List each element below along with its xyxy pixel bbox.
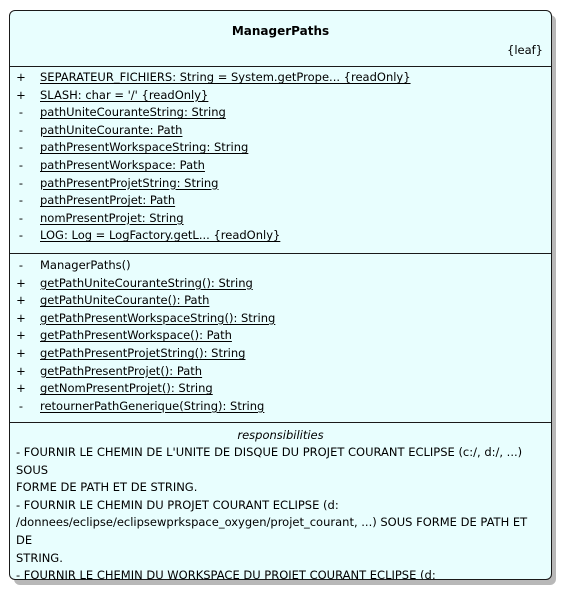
visibility-marker: -: [18, 175, 24, 190]
visibility-marker: +: [16, 345, 26, 360]
attribute-row[interactable]: - pathUniteCourante: Path: [10, 122, 551, 140]
attribute-row-text: pathPresentProjet: Path: [40, 193, 176, 208]
operation-row-text: getNomPresentProjet(): String: [40, 381, 213, 396]
visibility-marker: +: [16, 381, 26, 396]
operation-row-text: getPathPresentWorkspace(): Path: [40, 328, 232, 343]
responsibilities-compartment: responsibilities - FOURNIR LE CHEMIN DE …: [10, 422, 551, 580]
header-divider: [10, 66, 551, 67]
visibility-marker: -: [18, 398, 24, 413]
responsibilities-text: - FOURNIR LE CHEMIN DE L'UNITE DE DISQUE…: [16, 444, 546, 580]
operation-row[interactable]: + getPathPresentWorkspace(): Path: [10, 327, 551, 345]
operation-row-text: getPathUniteCourante(): Path: [40, 293, 210, 308]
attribute-row[interactable]: - pathPresentWorkspace: Path: [10, 157, 551, 175]
class-stereotype: {leaf}: [507, 43, 543, 57]
attribute-row-text: pathPresentWorkspace: Path: [40, 157, 205, 172]
attributes-compartment: + SEPARATEUR_FICHIERS: String = System.ge…: [10, 69, 551, 245]
attribute-row[interactable]: - pathPresentWorkspaceString: String: [10, 139, 551, 157]
class-header[interactable]: ManagerPaths {leaf}: [10, 11, 551, 66]
visibility-marker: +: [16, 275, 26, 290]
operation-row[interactable]: + getNomPresentProjet(): String: [10, 380, 551, 398]
operation-row[interactable]: - retournerPathGenerique(String): String: [10, 398, 551, 416]
class-name: ManagerPaths: [231, 24, 330, 38]
visibility-marker: -: [18, 122, 24, 137]
visibility-marker: +: [16, 87, 26, 102]
operation-row[interactable]: + getPathPresentProjet(): Path: [10, 363, 551, 381]
responsibility-line: - FOURNIR LE CHEMIN DE L'UNITE DE DISQUE…: [16, 445, 523, 477]
operation-row[interactable]: + getPathUniteCouranteString(): String: [10, 275, 551, 293]
attribute-row[interactable]: - pathUniteCouranteString: String: [10, 104, 551, 122]
visibility-marker: +: [16, 293, 26, 308]
visibility-marker: +: [16, 70, 26, 84]
operations-compartment: - ManagerPaths() + getPathUniteCouranteStri…: [10, 257, 551, 415]
attribute-row[interactable]: - nomPresentProjet: String: [10, 210, 551, 228]
visibility-marker: -: [18, 210, 24, 225]
attribute-row-text: LOG: Log = LogFactory.getL... {readOnly}: [40, 228, 281, 243]
operation-row-text: getPathPresentProjetString(): String: [40, 345, 246, 360]
attribute-row-text: pathPresentProjetString: String: [40, 175, 219, 190]
attribute-row[interactable]: - pathPresentProjet: Path: [10, 192, 551, 210]
visibility-marker: +: [16, 328, 26, 343]
attribute-row[interactable]: - pathPresentProjetString: String: [10, 175, 551, 193]
visibility-marker: +: [16, 310, 26, 325]
operation-row[interactable]: + getPathUniteCourante(): Path: [10, 292, 551, 310]
attribute-row[interactable]: + SLASH: char = '/' {readOnly}: [10, 87, 551, 105]
responsibilities-title: responsibilities: [237, 428, 324, 442]
responsibility-line: FORME DE PATH ET DE STRING.: [16, 480, 198, 495]
responsibility-line: - FOURNIR LE CHEMIN DU PROJET COURANT EC…: [16, 497, 339, 512]
attribute-row-text: pathPresentWorkspaceString: String: [40, 140, 249, 155]
attributes-divider: [10, 253, 551, 254]
attribute-row-text: SLASH: char = '/' {readOnly}: [40, 87, 209, 102]
responsibility-line: STRING.: [16, 550, 63, 565]
operation-row-text: ManagerPaths(): [40, 258, 131, 272]
visibility-marker: +: [16, 363, 26, 378]
operation-row-text: getPathPresentProjet(): Path: [40, 363, 203, 378]
operation-row-text: retournerPathGenerique(String): String: [40, 398, 265, 413]
operation-row-text: getPathUniteCouranteString(): String: [40, 275, 253, 290]
visibility-marker: -: [18, 228, 24, 243]
attribute-row-text: nomPresentProjet: String: [40, 210, 184, 225]
attribute-row-text: pathUniteCouranteString: String: [40, 105, 226, 120]
visibility-marker: -: [18, 105, 24, 120]
attribute-row[interactable]: - LOG: Log = LogFactory.getL... {readOnly…: [10, 227, 551, 245]
attribute-row[interactable]: + SEPARATEUR_FICHIERS: String = System.ge…: [10, 69, 551, 87]
visibility-marker: -: [18, 140, 24, 155]
operation-row-text: getPathPresentWorkspaceString(): String: [40, 310, 276, 325]
operation-row[interactable]: + getPathPresentWorkspaceString(): String: [10, 310, 551, 328]
responsibility-line: - FOURNIR LE CHEMIN DU WORKSPACE DU PROJ…: [16, 568, 436, 580]
uml-class-box[interactable]: ManagerPaths {leaf} + SEPARATEUR_FICHIERS…: [9, 10, 552, 580]
attribute-row-text: pathUniteCourante: Path: [40, 122, 183, 137]
operation-row[interactable]: - ManagerPaths(): [10, 257, 551, 275]
operation-row[interactable]: + getPathPresentProjetString(): String: [10, 345, 551, 363]
responsibility-line: /donnees/eclipse/eclipsewprkspace_oxygen…: [16, 515, 528, 547]
visibility-marker: -: [18, 157, 24, 172]
attribute-row-text: SEPARATEUR_FICHIERS: String = System.get…: [40, 70, 411, 84]
visibility-marker: -: [18, 258, 24, 272]
visibility-marker: -: [18, 193, 24, 208]
